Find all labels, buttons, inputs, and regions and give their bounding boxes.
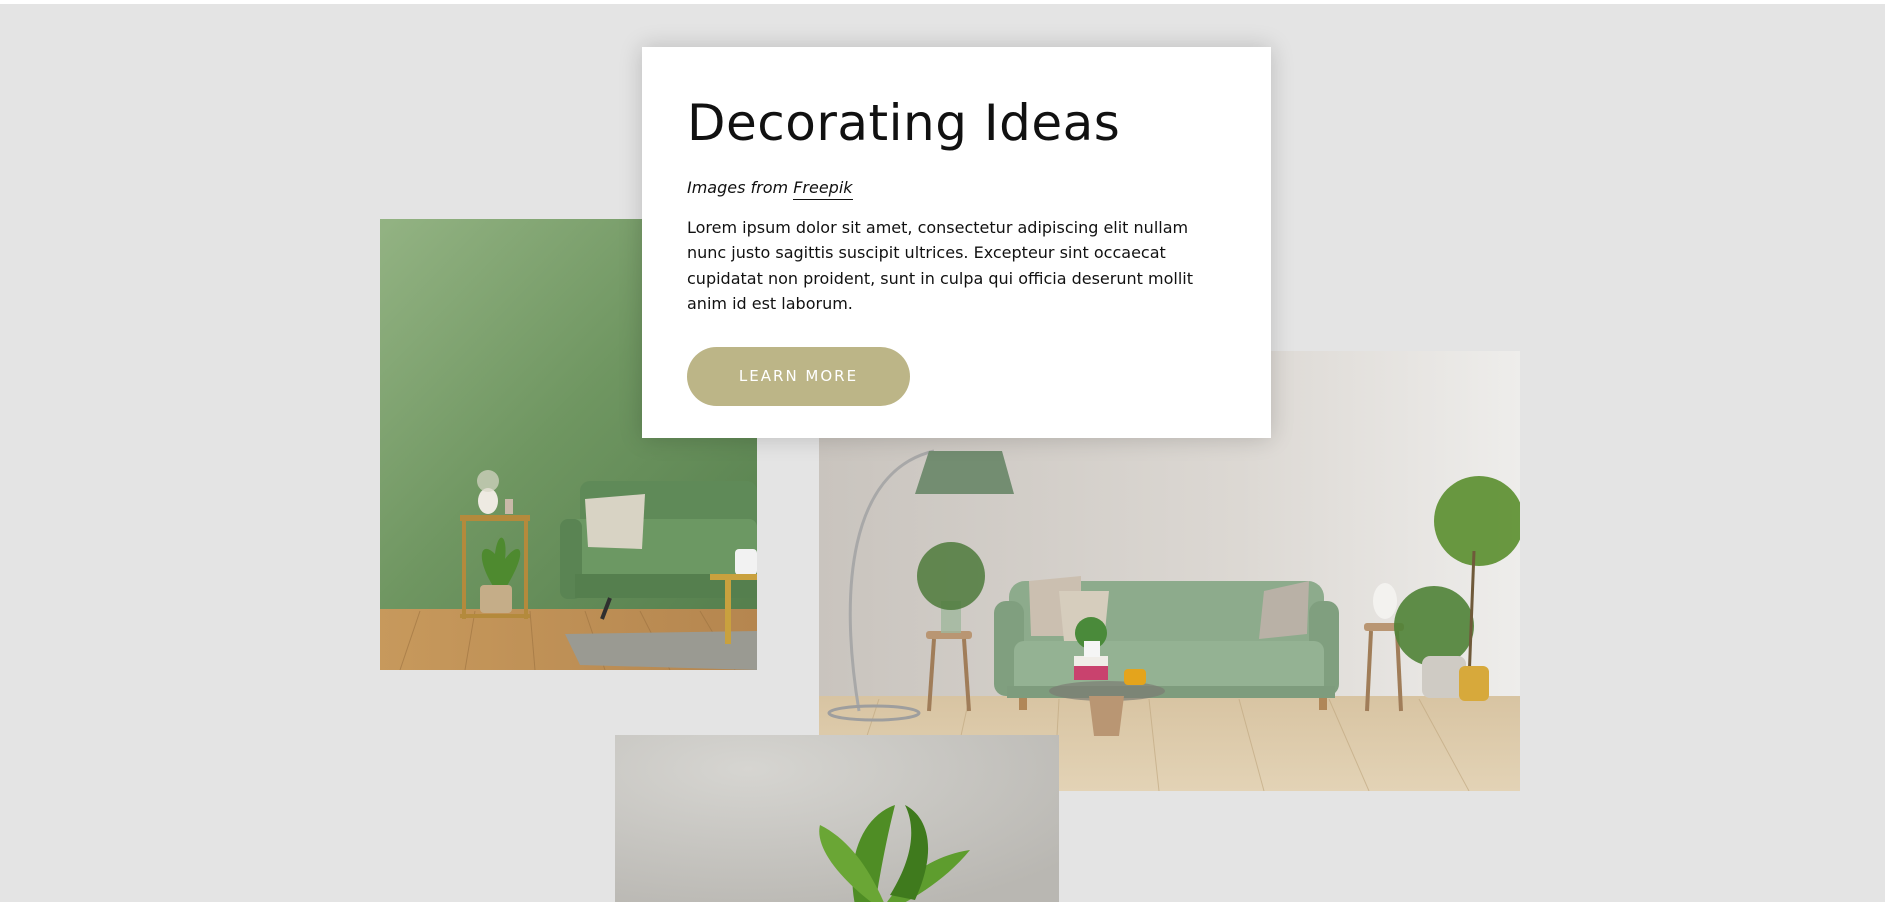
card-title: Decorating Ideas (687, 94, 1121, 152)
intro-card: Decorating Ideas Images from Freepik Lor… (642, 47, 1271, 438)
card-body-text: Lorem ipsum dolor sit amet, consectetur … (687, 217, 1193, 314)
page-background: Decorating Ideas Images from Freepik Lor… (0, 4, 1885, 902)
freepik-link[interactable]: Freepik (793, 177, 853, 200)
credit-prefix: Images from (687, 177, 794, 197)
plant-photo (615, 735, 1059, 902)
learn-more-button[interactable]: LEARN MORE (687, 346, 910, 406)
image-credit: Images from Freepik (687, 177, 1226, 200)
